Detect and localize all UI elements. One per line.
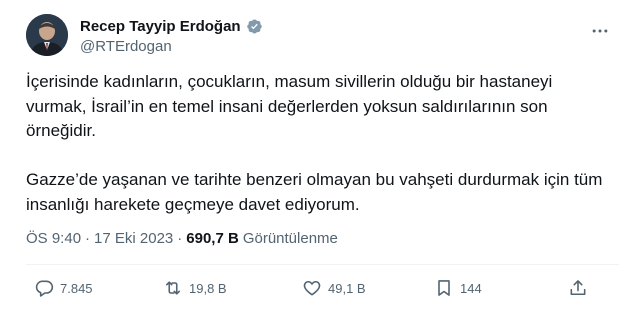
meta-separator: ·	[85, 230, 91, 247]
more-options-button[interactable]	[589, 20, 611, 42]
display-name[interactable]: Recep Tayyip Erdoğan	[80, 18, 241, 35]
more-dots-icon	[592, 29, 608, 33]
display-name-row: Recep Tayyip Erdoğan	[80, 16, 263, 36]
tweet-card: Recep Tayyip Erdoğan @RTErdogan İçerisin…	[0, 0, 633, 323]
views-count[interactable]: 690,7 B	[186, 230, 239, 247]
bookmark-icon	[438, 280, 450, 296]
like-count: 49,1 B	[328, 280, 366, 296]
author-handle[interactable]: @RTErdogan	[80, 38, 263, 55]
bookmark-button[interactable]: 144	[434, 278, 482, 298]
tweet-header: Recep Tayyip Erdoğan @RTErdogan	[26, 14, 619, 58]
heart-icon	[303, 280, 321, 296]
action-bar: 7.845 19,8 B 49,1 B 144	[26, 270, 619, 310]
author-names: Recep Tayyip Erdoğan @RTErdogan	[80, 16, 263, 55]
retweet-icon	[165, 281, 181, 295]
verified-badge-icon	[246, 18, 263, 35]
retweet-count: 19,8 B	[189, 280, 227, 296]
tweet-meta: ÖS 9:40 · 17 Eki 2023 · 690,7 B Görüntül…	[26, 230, 338, 247]
share-icon	[570, 280, 586, 296]
meta-separator: ·	[177, 230, 183, 247]
avatar[interactable]	[26, 14, 68, 56]
reply-icon	[35, 280, 54, 297]
views-label: Görüntülenme	[242, 230, 338, 247]
tweet-paragraph: Gazze’de yaşanan ve tarihte benzeri olma…	[26, 170, 603, 214]
retweet-button[interactable]: 19,8 B	[163, 278, 227, 298]
tweet-paragraph: İçerisinde kadınların, çocukların, masum…	[26, 72, 553, 140]
reply-count: 7.845	[60, 280, 93, 296]
divider	[26, 264, 619, 265]
share-button[interactable]	[568, 278, 588, 298]
tweet-date[interactable]: 17 Eki 2023	[94, 230, 173, 247]
reply-button[interactable]: 7.845	[34, 278, 93, 298]
bookmark-count: 144	[460, 280, 482, 296]
tweet-text: İçerisinde kadınların, çocukların, masum…	[26, 70, 616, 217]
like-button[interactable]: 49,1 B	[302, 278, 366, 298]
tweet-time[interactable]: ÖS 9:40	[26, 230, 81, 247]
avatar-image	[26, 14, 68, 56]
